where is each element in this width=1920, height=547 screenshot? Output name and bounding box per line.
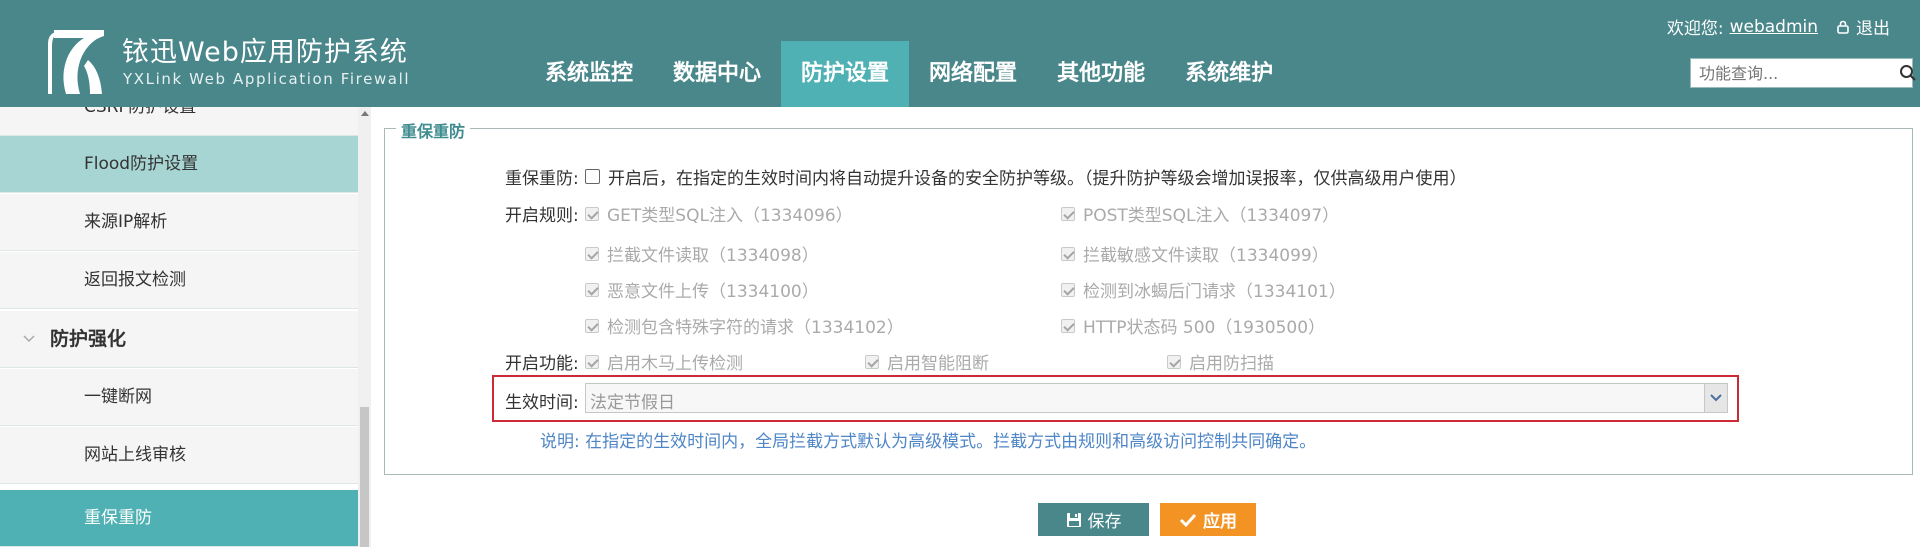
scroll-up-icon[interactable] bbox=[361, 111, 369, 116]
logout-link[interactable]: 退出 bbox=[1856, 14, 1890, 39]
rule-label: 拦截文件读取（1334098） bbox=[607, 246, 819, 266]
user-area: 欢迎您: webadmin 退出 bbox=[1666, 14, 1890, 40]
feature-anti-scan[interactable]: 启用防扫描 bbox=[1167, 349, 1274, 374]
nav-system-monitor[interactable]: 系统监控 bbox=[525, 41, 653, 107]
rule-special-chars[interactable]: 检测包含特殊字符的请求（1334102） bbox=[585, 313, 904, 338]
rule-sensitive-file-read[interactable]: 拦截敏感文件读取（1334099） bbox=[1061, 241, 1329, 266]
feature-label: 启用木马上传检测 bbox=[607, 354, 743, 374]
feature-trojan-upload[interactable]: 启用木马上传检测 bbox=[585, 349, 743, 374]
check-icon bbox=[1179, 512, 1197, 528]
rule-get-sqli[interactable]: GET类型SQL注入（1334096） bbox=[585, 201, 853, 226]
note-text: 说明: 在指定的生效时间内，全局拦截方式默认为高级模式。拦截方式由规则和高级访问… bbox=[540, 432, 1317, 452]
checkbox[interactable] bbox=[585, 354, 599, 369]
brand-title: 铱迅Web应用防护系统 bbox=[122, 37, 408, 68]
checkbox[interactable] bbox=[865, 354, 879, 369]
feature-label: 启用防扫描 bbox=[1189, 354, 1274, 374]
function-search bbox=[1690, 58, 1916, 88]
checkbox[interactable] bbox=[1061, 206, 1075, 221]
toggle-row: 开启后，在指定的生效时间内将自动提升设备的安全防护等级。（提升防护等级会增加误报… bbox=[585, 164, 1467, 189]
select-value: 法定节假日 bbox=[590, 393, 675, 413]
time-label: 生效时间: bbox=[505, 393, 579, 413]
feature-label: 启用智能阻断 bbox=[887, 354, 989, 374]
checkbox[interactable] bbox=[1167, 354, 1181, 369]
chevron-down-icon[interactable] bbox=[1704, 384, 1727, 412]
chevron-down-icon bbox=[23, 335, 35, 343]
checkbox[interactable] bbox=[585, 282, 599, 297]
sidebar: CSRF防护设置 Flood防护设置 来源IP解析 返回报文检测 防护强化 一键… bbox=[0, 107, 358, 547]
checkbox[interactable] bbox=[1061, 282, 1075, 297]
main-nav: 系统监控 数据中心 防护设置 网络配置 其他功能 系统维护 bbox=[525, 41, 1293, 107]
checkbox[interactable] bbox=[585, 206, 599, 221]
rule-malicious-upload[interactable]: 恶意文件上传（1334100） bbox=[585, 277, 819, 302]
scrollbar-thumb[interactable] bbox=[360, 407, 369, 547]
features-label: 开启功能: bbox=[505, 354, 579, 374]
nav-system-maintenance[interactable]: 系统维护 bbox=[1165, 41, 1293, 107]
sidebar-item-site-review[interactable]: 网站上线审核 bbox=[0, 427, 358, 484]
rule-post-sqli[interactable]: POST类型SQL注入（1334097） bbox=[1061, 201, 1339, 226]
toggle-description: 开启后，在指定的生效时间内将自动提升设备的安全防护等级。（提升防护等级会增加误报… bbox=[608, 169, 1467, 189]
save-button[interactable]: 保存 bbox=[1038, 503, 1149, 536]
sidebar-scrollbar[interactable] bbox=[358, 107, 371, 547]
username-link[interactable]: webadmin bbox=[1730, 17, 1818, 37]
sidebar-item-flood[interactable]: Flood防护设置 bbox=[0, 136, 358, 193]
checkbox[interactable] bbox=[1061, 318, 1075, 333]
rule-behinder-backdoor[interactable]: 检测到冰蝎后门请求（1334101） bbox=[1061, 277, 1346, 302]
sidebar-item-csrf[interactable]: CSRF防护设置 bbox=[0, 107, 358, 136]
rule-label: HTTP状态码 500（1930500） bbox=[1083, 318, 1326, 338]
sidebar-group-label: 防护强化 bbox=[50, 328, 127, 350]
rule-label: 检测包含特殊字符的请求（1334102） bbox=[607, 318, 904, 338]
rule-label: GET类型SQL注入（1334096） bbox=[607, 206, 853, 226]
sidebar-item-critical-protection[interactable]: 重保重防 bbox=[0, 490, 358, 547]
nav-protection-settings[interactable]: 防护设置 bbox=[781, 41, 910, 107]
effective-time-select[interactable]: 法定节假日 bbox=[585, 383, 1728, 413]
apply-label: 应用 bbox=[1203, 512, 1237, 532]
checkbox[interactable] bbox=[1061, 246, 1075, 261]
checkbox[interactable] bbox=[585, 246, 599, 261]
enable-checkbox[interactable] bbox=[585, 169, 600, 184]
rule-label: 恶意文件上传（1334100） bbox=[607, 282, 819, 302]
apply-button[interactable]: 应用 bbox=[1160, 503, 1256, 536]
rule-label: 拦截敏感文件读取（1334099） bbox=[1083, 246, 1329, 266]
checkbox[interactable] bbox=[585, 318, 599, 333]
nav-other-functions[interactable]: 其他功能 bbox=[1037, 41, 1165, 107]
sidebar-item-one-click-disconnect[interactable]: 一键断网 bbox=[0, 369, 358, 426]
rule-http-500[interactable]: HTTP状态码 500（1930500） bbox=[1061, 313, 1325, 338]
sidebar-group-hardening[interactable]: 防护强化 bbox=[0, 311, 358, 368]
sidebar-item-response-check[interactable]: 返回报文检测 bbox=[0, 252, 358, 309]
brand-subtitle: YXLink Web Application Firewall bbox=[123, 70, 411, 88]
fieldset-legend: 重保重防 bbox=[396, 118, 471, 142]
logo-icon bbox=[48, 30, 104, 94]
nav-network-config[interactable]: 网络配置 bbox=[909, 41, 1037, 107]
sidebar-item-source-ip[interactable]: 来源IP解析 bbox=[0, 194, 358, 251]
rule-label: POST类型SQL注入（1334097） bbox=[1083, 206, 1340, 226]
lock-icon bbox=[1837, 20, 1849, 34]
nav-data-center[interactable]: 数据中心 bbox=[653, 41, 781, 107]
search-icon[interactable] bbox=[1899, 60, 1917, 86]
search-input[interactable] bbox=[1691, 59, 1899, 87]
welcome-text: 欢迎您: bbox=[1666, 19, 1724, 39]
feature-smart-block[interactable]: 启用智能阻断 bbox=[865, 349, 989, 374]
top-header: 铱迅Web应用防护系统 YXLink Web Application Firew… bbox=[0, 0, 1920, 107]
toggle-label: 重保重防: bbox=[505, 169, 579, 189]
rule-label: 检测到冰蝎后门请求（1334101） bbox=[1083, 282, 1346, 302]
save-icon bbox=[1066, 512, 1082, 528]
save-label: 保存 bbox=[1087, 512, 1122, 532]
rule-file-read[interactable]: 拦截文件读取（1334098） bbox=[585, 241, 819, 266]
rules-label: 开启规则: bbox=[505, 206, 579, 226]
